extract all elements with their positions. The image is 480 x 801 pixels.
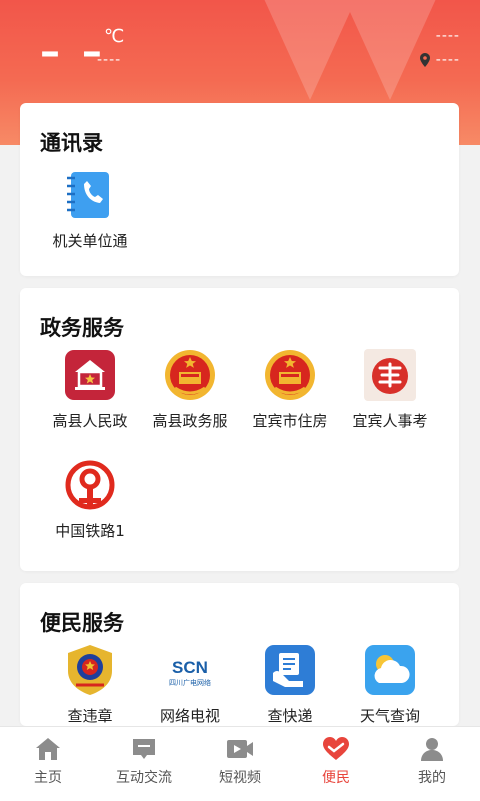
svg-text:SCN: SCN [172,658,208,677]
weather-icon [363,643,417,697]
temperature-unit: ℃ [104,26,125,47]
gov-item-label: 中国铁路1 [55,522,125,540]
home-icon [36,738,60,760]
svg-text:四川广电网络: 四川广电网络 [169,678,211,687]
tab-profile[interactable]: 我的 [384,727,480,801]
government-house-icon [63,348,117,402]
convenience-item-label: 网络电视 [159,707,220,725]
gov-services-section-title: 政务服务 [40,316,124,340]
tab-label: 我的 [418,770,446,786]
location-pin-icon [419,53,430,67]
convenience-item-label: 查违章 [67,707,113,725]
date-text: ---- [435,28,460,44]
tab-convenience[interactable]: 便民 [288,727,384,801]
china-railway-icon [63,458,117,512]
tab-home[interactable]: 主页 [0,727,96,801]
gov-item-gaoxian-government[interactable]: 高县人民政 [40,348,140,431]
convenience-item-weather[interactable]: 天气查询 [340,643,440,726]
heart-hand-icon [323,737,349,760]
scn-logo-icon: SCN 四川广电网络 [163,643,217,697]
convenience-services-card: 便民服务 查违章 SCN 四川广电网络 网络电视 查快递 天气查询 [20,583,459,726]
gov-item-label: 高县政务服 [152,412,228,430]
chat-icon [133,739,155,759]
national-emblem-icon [163,348,217,402]
location-row[interactable]: ---- [419,52,460,68]
national-emblem-icon [263,348,317,402]
convenience-item-label: 查快递 [267,707,313,725]
tab-interaction[interactable]: 互动交流 [96,727,192,801]
phone-book-icon [63,168,117,222]
tab-short-video[interactable]: 短视频 [192,727,288,801]
convenience-item-express[interactable]: 查快递 [240,643,340,726]
tab-label: 互动交流 [116,770,172,786]
express-delivery-icon [263,643,317,697]
contacts-section-title: 通讯录 [40,131,103,155]
convenience-item-network-tv[interactable]: SCN 四川广电网络 网络电视 [140,643,240,726]
gov-item-yibin-housing[interactable]: 宜宾市住房 [240,348,340,431]
gov-item-china-railway[interactable]: 中国铁路1 [40,458,140,541]
contacts-item-label: 机关单位通 [52,232,128,250]
tab-label: 主页 [34,770,62,786]
contacts-item-agency[interactable]: 机关单位通 [40,168,140,251]
police-badge-icon [63,643,117,697]
gov-item-label: 高县人民政 [52,412,128,430]
convenience-section-title: 便民服务 [40,611,124,635]
header-decoration [264,0,436,100]
weather-description: ---- [97,52,122,68]
user-icon [421,738,443,761]
contacts-card: 通讯录 机关单位通 [20,103,459,276]
video-icon [227,740,253,758]
convenience-item-traffic-violation[interactable]: 查违章 [40,643,140,726]
tab-label: 便民 [322,770,350,786]
location-text: ---- [435,52,460,68]
gov-item-yibin-personnel[interactable]: 宜宾人事考 [340,348,440,431]
convenience-item-label: 天气查询 [359,707,420,725]
gov-item-gaoxian-affairs[interactable]: 高县政务服 [140,348,240,431]
gov-item-label: 宜宾人事考 [352,412,428,430]
gov-services-card: 政务服务 高县人民政 高县政务服 宜宾市住房 宜宾人事考 中国铁路1 [20,288,459,571]
tab-label: 短视频 [219,770,261,786]
bottom-tab-bar: 主页 互动交流 短视频 便民 我的 [0,726,480,801]
gov-item-label: 宜宾市住房 [252,412,328,430]
seal-stamp-icon [363,348,417,402]
